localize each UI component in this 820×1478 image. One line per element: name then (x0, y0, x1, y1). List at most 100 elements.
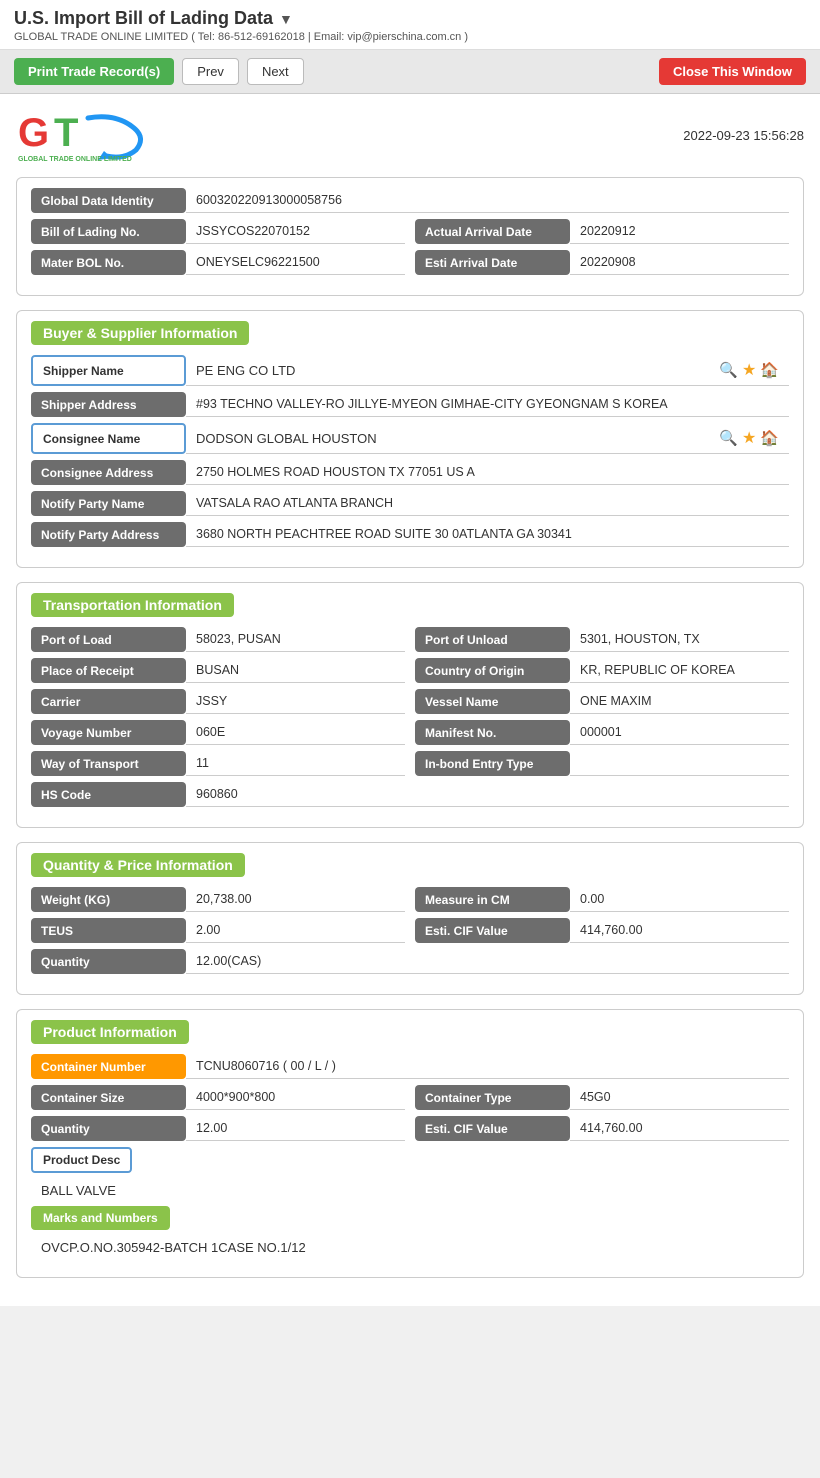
carrier-vessel-row: Carrier JSSY Vessel Name ONE MAXIM (31, 689, 789, 714)
search-icon[interactable]: 🔍 (719, 361, 738, 379)
buyer-supplier-title: Buyer & Supplier Information (31, 321, 249, 345)
product-esti-cif-col: Esti. CIF Value 414,760.00 (415, 1116, 789, 1141)
shipper-name-value: PE ENG CO LTD (196, 363, 295, 378)
port-of-unload-label: Port of Unload (415, 627, 570, 652)
quantity-label: Quantity (31, 949, 186, 974)
weight-label: Weight (KG) (31, 887, 186, 912)
carrier-label: Carrier (31, 689, 186, 714)
product-title: Product Information (31, 1020, 189, 1044)
hs-code-value: 960860 (186, 782, 789, 807)
teus-col: TEUS 2.00 (31, 918, 405, 943)
esti-arrival-value: 20220908 (570, 250, 789, 275)
hs-code-row: HS Code 960860 (31, 782, 789, 807)
carrier-col: Carrier JSSY (31, 689, 405, 714)
global-data-identity-value: 600320220913000058756 (186, 188, 789, 213)
main-content: G T GLOBAL TRADE ONLINE LIMITED 2022-09-… (0, 94, 820, 1306)
port-of-load-col: Port of Load 58023, PUSAN (31, 627, 405, 652)
close-window-button[interactable]: Close This Window (659, 58, 806, 85)
print-button[interactable]: Print Trade Record(s) (14, 58, 174, 85)
voyage-number-value: 060E (186, 720, 405, 745)
product-esti-cif-label: Esti. CIF Value (415, 1116, 570, 1141)
country-of-origin-label: Country of Origin (415, 658, 570, 683)
marks-numbers-button[interactable]: Marks and Numbers (31, 1206, 170, 1230)
port-of-load-value: 58023, PUSAN (186, 627, 405, 652)
svg-text:GLOBAL TRADE ONLINE LIMITED: GLOBAL TRADE ONLINE LIMITED (18, 156, 132, 163)
place-of-receipt-col: Place of Receipt BUSAN (31, 658, 405, 683)
way-of-transport-value: 11 (186, 751, 405, 776)
vessel-name-col: Vessel Name ONE MAXIM (415, 689, 789, 714)
notify-party-name-value: VATSALA RAO ATLANTA BRANCH (186, 491, 789, 516)
toolbar: Print Trade Record(s) Prev Next Close Th… (0, 50, 820, 94)
container-size-type-row: Container Size 4000*900*800 Container Ty… (31, 1085, 789, 1110)
master-bol-col: Mater BOL No. ONEYSELC96221500 (31, 250, 405, 275)
prev-button[interactable]: Prev (182, 58, 239, 85)
marks-numbers-value: OVCP.O.NO.305942-BATCH 1CASE NO.1/12 (31, 1236, 789, 1263)
shipper-name-value-cell: PE ENG CO LTD 🔍 ★ 🏠 (186, 355, 789, 386)
consignee-name-label: Consignee Name (31, 423, 186, 454)
identity-card: Global Data Identity 6003202209130000587… (16, 177, 804, 296)
container-number-row: Container Number TCNU8060716 ( 00 / L / … (31, 1054, 789, 1079)
transportation-title: Transportation Information (31, 593, 234, 617)
way-inbond-row: Way of Transport 11 In-bond Entry Type (31, 751, 789, 776)
voyage-number-col: Voyage Number 060E (31, 720, 405, 745)
weight-measure-row: Weight (KG) 20,738.00 Measure in CM 0.00 (31, 887, 789, 912)
port-of-unload-col: Port of Unload 5301, HOUSTON, TX (415, 627, 789, 652)
notify-party-address-row: Notify Party Address 3680 NORTH PEACHTRE… (31, 522, 789, 547)
consignee-name-row: Consignee Name DODSON GLOBAL HOUSTON 🔍 ★… (31, 423, 789, 454)
shipper-address-row: Shipper Address #93 TECHNO VALLEY-RO JIL… (31, 392, 789, 417)
product-qty-cif-row: Quantity 12.00 Esti. CIF Value 414,760.0… (31, 1116, 789, 1141)
port-load-unload-row: Port of Load 58023, PUSAN Port of Unload… (31, 627, 789, 652)
place-of-receipt-value: BUSAN (186, 658, 405, 683)
buyer-supplier-card: Buyer & Supplier Information Shipper Nam… (16, 310, 804, 568)
shipper-address-label: Shipper Address (31, 392, 186, 417)
actual-arrival-value: 20220912 (570, 219, 789, 244)
master-bol-row: Mater BOL No. ONEYSELC96221500 Esti Arri… (31, 250, 789, 275)
star-icon[interactable]: ★ (742, 360, 756, 380)
product-card: Product Information Container Number TCN… (16, 1009, 804, 1278)
consignee-icons: 🔍 ★ 🏠 (719, 428, 779, 448)
manifest-no-value: 000001 (570, 720, 789, 745)
way-of-transport-col: Way of Transport 11 (31, 751, 405, 776)
actual-arrival-col: Actual Arrival Date 20220912 (415, 219, 789, 244)
svg-text:G: G (18, 111, 49, 155)
notify-party-address-value: 3680 NORTH PEACHTREE ROAD SUITE 30 0ATLA… (186, 522, 789, 547)
quantity-price-title: Quantity & Price Information (31, 853, 245, 877)
company-logo: G T GLOBAL TRADE ONLINE LIMITED (16, 108, 156, 163)
timestamp: 2022-09-23 15:56:28 (683, 128, 804, 143)
page-title: U.S. Import Bill of Lading Data ▼ (14, 8, 806, 29)
container-size-col: Container Size 4000*900*800 (31, 1085, 405, 1110)
esti-arrival-label: Esti Arrival Date (415, 250, 570, 275)
star-icon[interactable]: ★ (742, 428, 756, 448)
country-of-origin-col: Country of Origin KR, REPUBLIC OF KOREA (415, 658, 789, 683)
teus-cif-row: TEUS 2.00 Esti. CIF Value 414,760.00 (31, 918, 789, 943)
container-type-label: Container Type (415, 1085, 570, 1110)
home-icon[interactable]: 🏠 (760, 361, 779, 379)
in-bond-entry-value (570, 751, 789, 776)
product-qty-col: Quantity 12.00 (31, 1116, 405, 1141)
home-icon[interactable]: 🏠 (760, 429, 779, 447)
bol-no-col: Bill of Lading No. JSSYCOS22070152 (31, 219, 405, 244)
container-number-value: TCNU8060716 ( 00 / L / ) (186, 1054, 789, 1079)
esti-cif-value: 414,760.00 (570, 918, 789, 943)
way-of-transport-label: Way of Transport (31, 751, 186, 776)
vessel-name-label: Vessel Name (415, 689, 570, 714)
weight-col: Weight (KG) 20,738.00 (31, 887, 405, 912)
global-data-identity-label: Global Data Identity (31, 188, 186, 213)
top-bar: U.S. Import Bill of Lading Data ▼ GLOBAL… (0, 0, 820, 50)
quantity-value: 12.00(CAS) (186, 949, 789, 974)
search-icon[interactable]: 🔍 (719, 429, 738, 447)
weight-value: 20,738.00 (186, 887, 405, 912)
in-bond-entry-col: In-bond Entry Type (415, 751, 789, 776)
hs-code-label: HS Code (31, 782, 186, 807)
notify-party-name-row: Notify Party Name VATSALA RAO ATLANTA BR… (31, 491, 789, 516)
measure-col: Measure in CM 0.00 (415, 887, 789, 912)
esti-arrival-col: Esti Arrival Date 20220908 (415, 250, 789, 275)
dropdown-arrow-icon[interactable]: ▼ (279, 11, 293, 27)
transportation-card: Transportation Information Port of Load … (16, 582, 804, 828)
voyage-manifest-row: Voyage Number 060E Manifest No. 000001 (31, 720, 789, 745)
marks-numbers-row: Marks and Numbers (31, 1206, 789, 1230)
shipper-icons: 🔍 ★ 🏠 (719, 360, 779, 380)
port-of-unload-value: 5301, HOUSTON, TX (570, 627, 789, 652)
teus-label: TEUS (31, 918, 186, 943)
next-button[interactable]: Next (247, 58, 304, 85)
